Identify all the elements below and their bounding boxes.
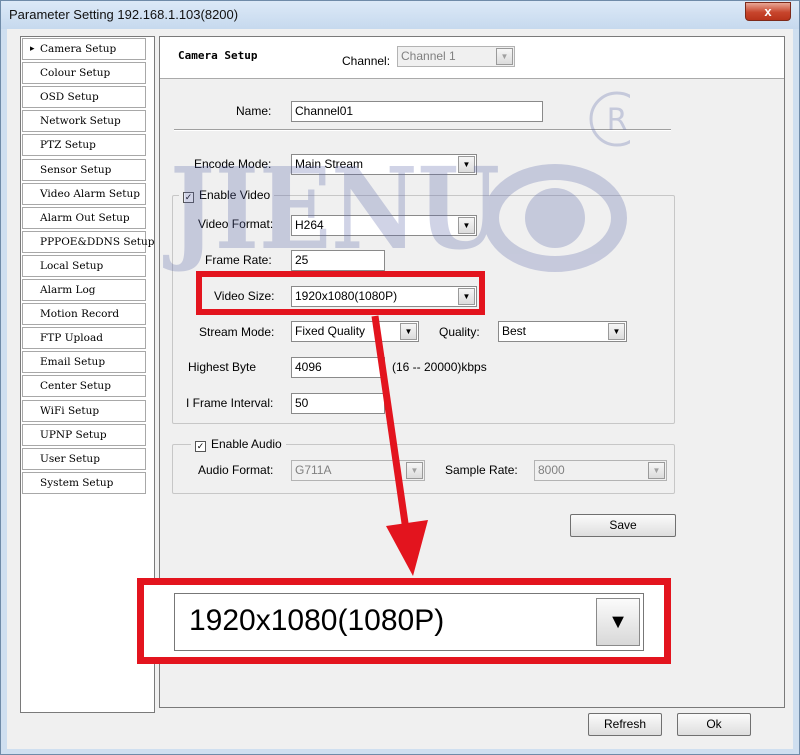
enable-video-checkbox[interactable]: ✓ Enable Video bbox=[179, 188, 275, 203]
highest-byte-input[interactable]: 4096 bbox=[291, 357, 385, 378]
sidebar-item-ptz-setup[interactable]: PTZ Setup bbox=[22, 134, 146, 157]
enable-audio-checkbox[interactable]: ✓ Enable Audio bbox=[191, 437, 286, 452]
sidebar-item-system-setup[interactable]: System Setup bbox=[22, 471, 146, 494]
chevron-down-icon: ▼ bbox=[458, 156, 475, 173]
stream-mode-select[interactable]: Fixed Quality ▼ bbox=[291, 321, 419, 342]
sample-rate-select[interactable]: 8000 ▼ bbox=[534, 460, 667, 481]
chevron-down-icon: ▼ bbox=[406, 462, 423, 479]
video-format-value: H264 bbox=[295, 218, 324, 232]
chevron-down-icon: ▼ bbox=[400, 323, 417, 340]
encode-mode-select[interactable]: Main Stream ▼ bbox=[291, 154, 477, 175]
save-button[interactable]: Save bbox=[570, 514, 676, 537]
highest-byte-value: 4096 bbox=[295, 360, 322, 374]
sidebar-item-alarm-out-setup[interactable]: Alarm Out Setup bbox=[22, 206, 146, 229]
ok-button[interactable]: Ok bbox=[677, 713, 751, 736]
name-label: Name: bbox=[236, 104, 272, 118]
channel-value: Channel 1 bbox=[401, 49, 456, 63]
iframe-interval-value: 50 bbox=[295, 396, 309, 410]
chevron-down-icon: ▼ bbox=[496, 48, 513, 65]
sidebar: Camera SetupColour SetupOSD SetupNetwork… bbox=[20, 36, 155, 713]
sidebar-item-sensor-setup[interactable]: Sensor Setup bbox=[22, 158, 146, 181]
audio-format-value: G711A bbox=[295, 463, 332, 477]
channel-select[interactable]: Channel 1 ▼ bbox=[397, 46, 515, 67]
iframe-interval-input[interactable]: 50 bbox=[291, 393, 385, 414]
sidebar-item-video-alarm-setup[interactable]: Video Alarm Setup bbox=[22, 182, 146, 205]
name-input[interactable]: Channel01 bbox=[291, 101, 543, 122]
enable-video-label: Enable Video bbox=[199, 188, 271, 202]
name-value: Channel01 bbox=[295, 104, 354, 118]
sidebar-item-user-setup[interactable]: User Setup bbox=[22, 447, 146, 470]
audio-format-label: Audio Format: bbox=[198, 463, 274, 477]
highest-byte-range: (16 -- 20000)kbps bbox=[392, 360, 487, 374]
chevron-down-icon: ▼ bbox=[458, 217, 475, 234]
sample-rate-label: Sample Rate: bbox=[445, 463, 518, 477]
chevron-down-icon: ▼ bbox=[596, 598, 640, 646]
stream-mode-label: Stream Mode: bbox=[199, 325, 275, 339]
separator bbox=[174, 129, 671, 131]
checkmark-icon: ✓ bbox=[195, 441, 206, 452]
frame-rate-label: Frame Rate: bbox=[205, 253, 272, 267]
channel-label: Channel: bbox=[342, 54, 391, 68]
encode-mode-label: Encode Mode: bbox=[194, 157, 272, 171]
sidebar-item-network-setup[interactable]: Network Setup bbox=[22, 110, 146, 133]
zoomed-video-size-value: 1920x1080(1080P) bbox=[189, 604, 445, 637]
enable-audio-label: Enable Audio bbox=[211, 437, 282, 451]
sidebar-item-alarm-log[interactable]: Alarm Log bbox=[22, 279, 146, 301]
frame-rate-value: 25 bbox=[295, 253, 309, 267]
quality-select[interactable]: Best ▼ bbox=[498, 321, 627, 342]
video-size-highlight bbox=[196, 271, 485, 315]
sidebar-item-center-setup[interactable]: Center Setup bbox=[22, 375, 146, 398]
highest-byte-label: Highest Byte bbox=[188, 360, 257, 374]
chevron-down-icon: ▼ bbox=[648, 462, 665, 479]
sample-rate-value: 8000 bbox=[538, 463, 565, 477]
sidebar-item-local-setup[interactable]: Local Setup bbox=[22, 254, 146, 277]
frame-rate-input[interactable]: 25 bbox=[291, 250, 385, 271]
quality-label: Quality: bbox=[439, 325, 480, 339]
sidebar-item-ftp-upload[interactable]: FTP Upload bbox=[22, 327, 146, 350]
chevron-down-icon: ▼ bbox=[608, 323, 625, 340]
title-bar[interactable]: Parameter Setting 192.168.1.103(8200) x bbox=[1, 1, 799, 29]
checkmark-icon: ✓ bbox=[183, 192, 194, 203]
sidebar-item-upnp-setup[interactable]: UPNP Setup bbox=[22, 423, 146, 446]
refresh-button[interactable]: Refresh bbox=[588, 713, 662, 736]
sidebar-item-colour-setup[interactable]: Colour Setup bbox=[22, 62, 146, 85]
sidebar-item-camera-setup[interactable]: Camera Setup bbox=[22, 38, 146, 60]
sidebar-item-wifi-setup[interactable]: WiFi Setup bbox=[22, 399, 146, 422]
window-title: Parameter Setting 192.168.1.103(8200) bbox=[9, 7, 239, 22]
stream-mode-value: Fixed Quality bbox=[295, 324, 366, 338]
iframe-interval-label: I Frame Interval: bbox=[186, 396, 274, 410]
sidebar-item-motion-record[interactable]: Motion Record bbox=[22, 303, 146, 326]
panel-header: Camera Setup Channel: Channel 1 ▼ bbox=[160, 37, 784, 79]
zoomed-video-size-select: 1920x1080(1080P) ▼ bbox=[174, 593, 644, 651]
audio-format-select[interactable]: G711A ▼ bbox=[291, 460, 425, 481]
close-icon: x bbox=[764, 4, 772, 19]
sidebar-item-email-setup[interactable]: Email Setup bbox=[22, 351, 146, 374]
sidebar-item-pppoe-ddns-setup[interactable]: PPPOE&DDNS Setup bbox=[22, 230, 154, 253]
close-button[interactable]: x bbox=[745, 2, 791, 21]
video-format-select[interactable]: H264 ▼ bbox=[291, 215, 477, 236]
page-title: Camera Setup bbox=[178, 49, 258, 62]
quality-value: Best bbox=[502, 324, 527, 338]
sidebar-item-osd-setup[interactable]: OSD Setup bbox=[22, 86, 146, 109]
zoomed-video-size: 1920x1080(1080P) ▼ bbox=[137, 578, 671, 664]
video-format-label: Video Format: bbox=[198, 217, 274, 231]
encode-mode-value: Main Stream bbox=[295, 157, 364, 171]
